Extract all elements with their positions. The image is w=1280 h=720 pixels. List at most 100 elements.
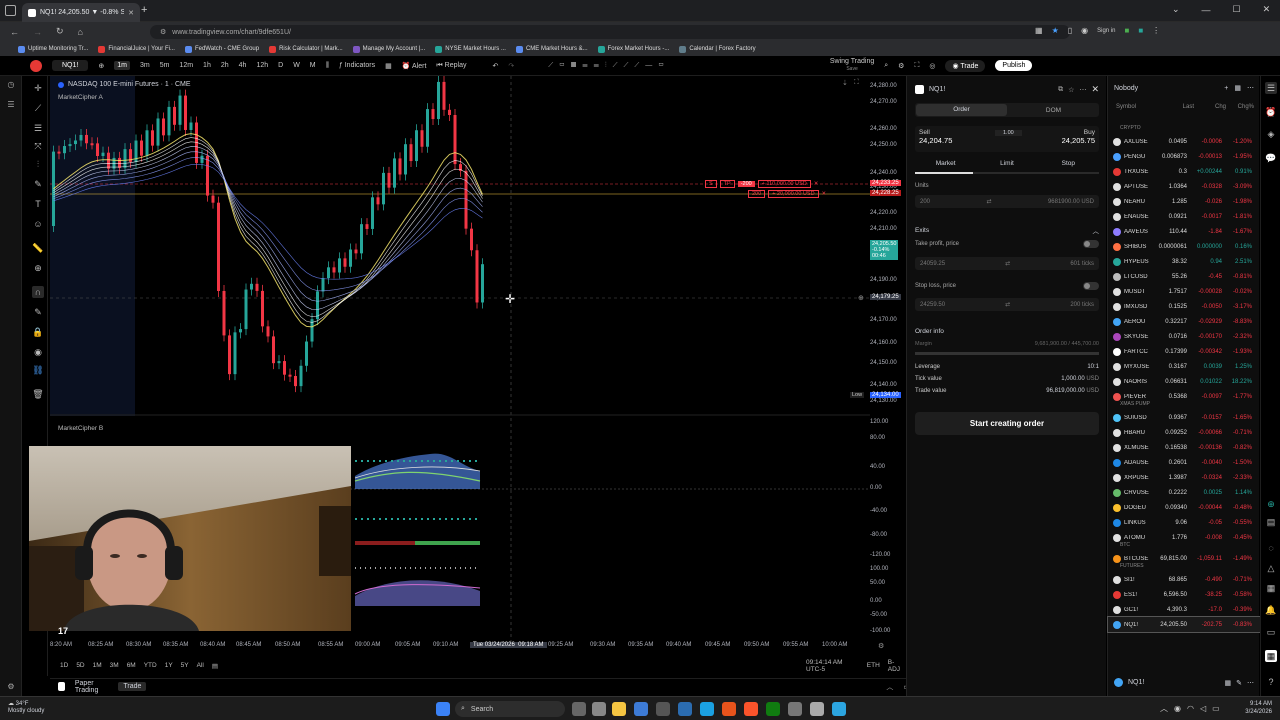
- chart-title[interactable]: NASDAQ 100 E-mini Futures · 1 · CME: [68, 81, 191, 88]
- units-swap-icon[interactable]: ⇄: [986, 198, 991, 205]
- firefox-icon[interactable]: [722, 702, 736, 716]
- close-window-icon[interactable]: ✕: [1263, 4, 1271, 15]
- tf-5m[interactable]: 5m: [160, 62, 170, 69]
- tp-swap-icon[interactable]: ⇄: [1005, 260, 1010, 267]
- range-1m[interactable]: 1M: [93, 662, 102, 669]
- col-chg[interactable]: Chg: [1194, 104, 1226, 110]
- drawing-tools-strip[interactable]: ⟋▭▦☰☰⫶⟋⟋⟋—▭: [548, 62, 670, 70]
- tf-d[interactable]: D: [278, 62, 283, 69]
- data-window-icon[interactable]: ▭: [1265, 626, 1277, 638]
- tp-s-badge[interactable]: S: [705, 180, 717, 188]
- indicator-a-label[interactable]: MarketCipher A: [58, 94, 103, 101]
- fullscreen-icon[interactable]: ⛶: [914, 62, 919, 70]
- minimize-icon[interactable]: —: [1202, 5, 1211, 15]
- watchlist-row[interactable]: SHIBUS 0.0000061 0.000000 0.16%: [1108, 239, 1260, 254]
- watchlist-row[interactable]: TRXUSE 0.3 +0.00244 0.91%: [1108, 164, 1260, 179]
- sl-toggle[interactable]: [1083, 282, 1099, 290]
- type-stop[interactable]: Stop: [1038, 160, 1099, 167]
- tf-1m[interactable]: 1m: [114, 61, 130, 70]
- watchlist-section[interactable]: CRYPTO: [1120, 125, 1141, 131]
- pane-maximize-icon[interactable]: ⛶: [854, 79, 859, 87]
- add-symbol-icon[interactable]: ⊕: [98, 62, 104, 70]
- watchlist-row[interactable]: SUIUSD 0.9367 -0.0157 -1.65%: [1108, 410, 1260, 425]
- text-tool-icon[interactable]: T: [32, 198, 44, 210]
- footer-symbol[interactable]: NQ1!: [1128, 679, 1220, 686]
- watchlist-row[interactable]: APTUSE 1.0364 -0.0328 -3.09%: [1108, 179, 1260, 194]
- range-5y[interactable]: 5Y: [181, 662, 189, 669]
- battery-icon[interactable]: ▭: [1212, 704, 1220, 713]
- alert-button[interactable]: ⏰ Alert: [402, 62, 427, 70]
- range-6m[interactable]: 6M: [127, 662, 136, 669]
- bookmark-5[interactable]: NYSE Market Hours ...: [435, 45, 506, 53]
- layers-widget-icon[interactable]: ◈: [1265, 128, 1277, 140]
- extension-icon-3[interactable]: ■: [1138, 26, 1143, 35]
- watchlist-row[interactable]: XRPUSE 1.3987 -0.0324 -2.33%: [1108, 470, 1260, 485]
- bookmark-7[interactable]: Forex Market Hours -...: [597, 45, 669, 53]
- watchlist-row[interactable]: DOGEU 0.09340 -0.00044 -0.48%: [1108, 500, 1260, 515]
- tp-close-icon[interactable]: ✕: [814, 181, 819, 187]
- browser-menu-icon[interactable]: [5, 5, 16, 16]
- start-icon[interactable]: [436, 702, 450, 716]
- settings-app-icon[interactable]: [592, 702, 606, 716]
- adjust-toggle[interactable]: B-ADJ: [888, 659, 905, 673]
- mail-icon[interactable]: [634, 702, 648, 716]
- tab-order[interactable]: Order: [916, 104, 1007, 116]
- order-more-icon[interactable]: ⋯: [1079, 86, 1086, 94]
- tp-qty[interactable]: -200: [737, 181, 755, 187]
- screenshot-icon[interactable]: ◎: [929, 62, 935, 70]
- taskbar-clock[interactable]: 9:14 AM 3/24/2026: [1236, 700, 1272, 716]
- watchlist-row[interactable]: ES1! 6,596.50 -38.25 -0.58%: [1108, 587, 1260, 602]
- ideas-widget-icon[interactable]: ◌: [1265, 542, 1277, 554]
- app-icon-4[interactable]: [810, 702, 824, 716]
- tp-badge[interactable]: TP: [719, 180, 735, 188]
- close-tab-icon[interactable]: ✕: [128, 9, 134, 17]
- sidebar-collections-icon[interactable]: ☰: [6, 100, 16, 110]
- lock-widget-icon[interactable]: ⊕: [1265, 498, 1277, 510]
- sidebar-settings-icon[interactable]: ⚙: [6, 682, 16, 692]
- layout-name[interactable]: Swing Trading Save: [830, 58, 874, 73]
- sl-close-icon[interactable]: ✕: [822, 191, 827, 197]
- range-1d[interactable]: 1D: [60, 662, 68, 669]
- site-info-icon[interactable]: ⚙: [160, 28, 166, 36]
- panel-collapse-icon[interactable]: ︿: [886, 682, 893, 692]
- bookmark-4[interactable]: Manage My Account |...: [352, 45, 425, 53]
- watchlist-row[interactable]: ENAUSE 0.0921 -0.0017 -1.81%: [1108, 209, 1260, 224]
- indicators-button[interactable]: ƒ Indicators: [339, 62, 375, 69]
- app-icon-2[interactable]: [678, 702, 692, 716]
- weather-widget[interactable]: ☁ 34°F Mostly cloudy: [8, 701, 44, 715]
- visibility-icon[interactable]: ◉: [32, 346, 44, 358]
- trade-button[interactable]: ◉ Trade: [945, 59, 986, 72]
- forward-icon[interactable]: →: [33, 27, 42, 37]
- tp-label[interactable]: Take profit, price: [915, 241, 959, 247]
- chat-widget-icon[interactable]: 💬: [1265, 152, 1277, 164]
- type-market[interactable]: Market: [915, 160, 976, 167]
- tp-pnl[interactable]: + 110,000.00 USD: [757, 180, 811, 188]
- clock-readout[interactable]: 09:14:14 AM UTC-5: [806, 659, 859, 673]
- app-icon-3[interactable]: [788, 702, 802, 716]
- tradingview-logo[interactable]: 17: [58, 626, 68, 636]
- profile-icon[interactable]: ◉: [1081, 26, 1088, 35]
- watchlist-row[interactable]: LINKUS 9.06 -0.05 -0.55%: [1108, 515, 1260, 530]
- watchlist-layout-icon[interactable]: ▦: [1234, 84, 1241, 92]
- type-limit[interactable]: Limit: [976, 160, 1037, 167]
- trendline-tool-icon[interactable]: ⟋: [32, 102, 44, 114]
- app-icon-1[interactable]: [656, 702, 670, 716]
- bookmark-1[interactable]: FinancialJuice | Your Fi...: [98, 45, 175, 53]
- watchlist-row[interactable]: MUSDT 1.7517 -0.00028 -0.02%: [1108, 284, 1260, 299]
- url-bar[interactable]: ⚙ www.tradingview.com/chart/9dfe651U/: [150, 25, 1070, 39]
- explorer-icon[interactable]: [612, 702, 626, 716]
- ruler-tool-icon[interactable]: 📏: [32, 242, 44, 254]
- date-range-icon[interactable]: ▤: [212, 662, 218, 670]
- watchlist-more-icon[interactable]: ⋯: [1247, 84, 1254, 92]
- icon-tool-icon[interactable]: ☺: [32, 218, 44, 230]
- browser-tab[interactable]: NQ1! 24,205.50 ▼ -0.8% Swing ✕: [22, 3, 140, 22]
- bookmark-2[interactable]: FedWatch - CME Group: [184, 45, 259, 53]
- redo-icon[interactable]: ↷: [508, 62, 514, 70]
- order-layout-icon[interactable]: ⧉: [1058, 86, 1063, 94]
- units-label[interactable]: Units: [915, 183, 929, 189]
- tab-dom[interactable]: DOM: [1008, 107, 1099, 114]
- trash-icon[interactable]: 🗑: [32, 388, 44, 400]
- footer-more-icon[interactable]: ⋯: [1247, 679, 1254, 687]
- crosshair-tool-icon[interactable]: ✛: [32, 82, 44, 94]
- watchlist-row[interactable]: GC1! 4,390.3 -17.0 -0.39%: [1108, 602, 1260, 617]
